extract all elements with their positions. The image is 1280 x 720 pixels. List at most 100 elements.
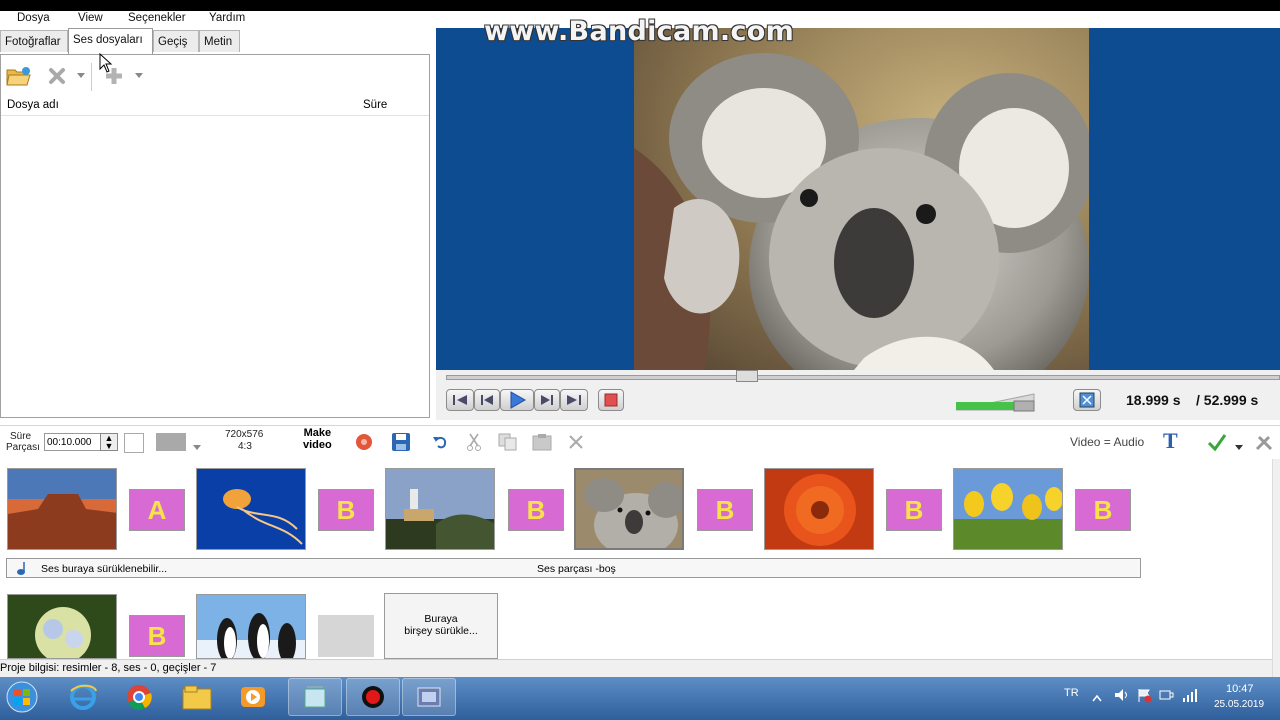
color-picker[interactable]	[156, 433, 186, 451]
transition-letter-b: B	[147, 620, 167, 651]
menu-view[interactable]: View	[78, 11, 103, 28]
transition-7[interactable]: B	[129, 615, 185, 657]
fullscreen-button[interactable]	[1073, 389, 1101, 411]
tab-transition[interactable]: Geçiş	[153, 30, 199, 52]
flag-tray-icon[interactable]	[1136, 687, 1152, 706]
checkmark-icon[interactable]	[1207, 432, 1227, 455]
aspect-label[interactable]: 4:3	[238, 441, 252, 452]
tab-audio-files[interactable]: Ses dosyaları	[68, 28, 153, 54]
text-tool-icon[interactable]: T	[1163, 428, 1178, 454]
explorer-icon[interactable]	[170, 678, 224, 716]
slide-tulips[interactable]	[953, 468, 1063, 550]
remove-icon[interactable]	[45, 65, 69, 87]
background-color-swatch[interactable]	[124, 433, 144, 453]
audio-file-panel: Dosya adı Süre	[0, 52, 430, 418]
device-tray-icon[interactable]	[1158, 687, 1174, 706]
taskbar: TR 10:47 25.05.2019	[0, 677, 1280, 720]
project-info: Proje bilgisi: resimler - 8, ses - 0, ge…	[0, 662, 217, 674]
previous-button[interactable]	[474, 389, 500, 411]
transition-letter-b: B	[526, 494, 546, 525]
play-button[interactable]	[500, 389, 534, 411]
undo-icon[interactable]	[432, 434, 448, 453]
volume-tray-icon[interactable]	[1113, 687, 1129, 706]
menu-help[interactable]: Yardım	[209, 11, 245, 28]
open-folder-icon[interactable]	[5, 63, 33, 89]
delete-icon[interactable]	[567, 433, 585, 454]
current-time: 18.999 s	[1126, 392, 1181, 408]
transition-4[interactable]: B	[697, 489, 753, 531]
duration-label-2: Parçası	[6, 442, 40, 453]
volume-slider[interactable]	[955, 392, 1036, 412]
drop-hint-1: Buraya	[424, 613, 458, 625]
slide-lighthouse[interactable]	[385, 468, 495, 550]
menu-file[interactable]: Dosya	[17, 11, 50, 28]
duration-label-1: Süre	[10, 431, 32, 442]
network-tray-icon[interactable]	[1182, 687, 1198, 706]
ie-icon[interactable]	[56, 678, 110, 716]
empty-transition-slot[interactable]	[318, 615, 374, 657]
preview-koala-image	[634, 28, 1089, 370]
menu-options[interactable]: Seçenekler	[128, 11, 186, 28]
tray-expand-icon[interactable]	[1092, 691, 1102, 705]
toolbar-divider	[91, 63, 92, 91]
slide-jellyfish[interactable]	[196, 468, 306, 550]
next-button[interactable]	[534, 389, 560, 411]
media-player-icon[interactable]	[226, 678, 280, 716]
column-file-name[interactable]: Dosya adı	[7, 99, 59, 111]
video-audio-sync[interactable]: Video = Audio	[1070, 435, 1144, 449]
slide-chrysanthemum[interactable]	[764, 468, 874, 550]
tools-icon[interactable]	[1254, 432, 1274, 455]
chrome-icon[interactable]	[112, 678, 166, 716]
stop-button[interactable]	[598, 389, 624, 411]
tab-photos[interactable]: Fotoğraflar	[0, 30, 68, 52]
video-preview	[436, 28, 1280, 370]
audio-track-label: Ses parçası -boş	[537, 563, 616, 575]
language-indicator[interactable]: TR	[1064, 687, 1079, 699]
clock-time[interactable]: 10:47	[1226, 683, 1254, 695]
duration-input[interactable]	[44, 433, 102, 451]
mouse-cursor-icon	[99, 52, 113, 76]
drop-target[interactable]: Buraya birşey sürükle...	[384, 593, 498, 659]
clock-date[interactable]: 25.05.2019	[1214, 699, 1264, 710]
checkmark-dropdown-icon[interactable]	[1235, 439, 1243, 453]
notepad-app-icon[interactable]	[288, 678, 342, 716]
column-duration[interactable]: Süre	[363, 99, 387, 111]
transition-3[interactable]: B	[508, 489, 564, 531]
transition-letter-b: B	[336, 494, 356, 525]
audio-track[interactable]: Ses buraya sürüklenebilir... Ses parçası…	[6, 558, 1141, 578]
storyboard-scrollbar[interactable]	[1272, 459, 1280, 677]
go-to-end-button[interactable]	[560, 389, 588, 411]
status-bar: Proje bilgisi: resimler - 8, ses - 0, ge…	[0, 659, 1272, 678]
slide-hydrangeas[interactable]	[7, 594, 117, 659]
go-to-start-button[interactable]	[446, 389, 474, 411]
save-icon[interactable]	[391, 432, 411, 455]
music-note-icon	[15, 561, 29, 578]
slide-desert[interactable]	[7, 468, 117, 550]
slideshow-app-icon[interactable]	[402, 678, 456, 716]
bandicam-app-icon[interactable]	[346, 678, 400, 716]
remove-dropdown-icon[interactable]	[75, 69, 87, 81]
duration-spinner[interactable]: ▲ ▼	[100, 433, 118, 451]
add-dropdown-icon[interactable]	[133, 69, 145, 81]
transition-5[interactable]: B	[886, 489, 942, 531]
transition-6[interactable]: B	[1075, 489, 1131, 531]
record-icon[interactable]	[355, 433, 373, 454]
color-dropdown-icon[interactable]	[193, 439, 201, 453]
copy-icon[interactable]	[498, 433, 518, 454]
make-video-button[interactable]: Make video	[303, 427, 332, 451]
total-time: / 52.999 s	[1196, 392, 1259, 408]
transition-letter: A	[147, 494, 167, 525]
cut-icon[interactable]	[466, 433, 482, 454]
tab-text[interactable]: Metin	[199, 30, 240, 52]
transition-2[interactable]: B	[318, 489, 374, 531]
drop-hint-2: birşey sürükle...	[404, 625, 478, 637]
seek-bar[interactable]	[446, 375, 1280, 380]
main-toolbar: Süre Parçası ▲▼ 720x576 4:3 Make video V…	[0, 425, 1280, 460]
paste-icon[interactable]	[532, 433, 552, 454]
transition-1[interactable]: A	[129, 489, 185, 531]
seek-thumb[interactable]	[735, 370, 758, 382]
slide-penguins[interactable]	[196, 594, 306, 659]
resolution-label[interactable]: 720x576	[225, 429, 263, 440]
start-button[interactable]	[0, 678, 44, 716]
slide-koala-selected[interactable]	[574, 468, 684, 550]
